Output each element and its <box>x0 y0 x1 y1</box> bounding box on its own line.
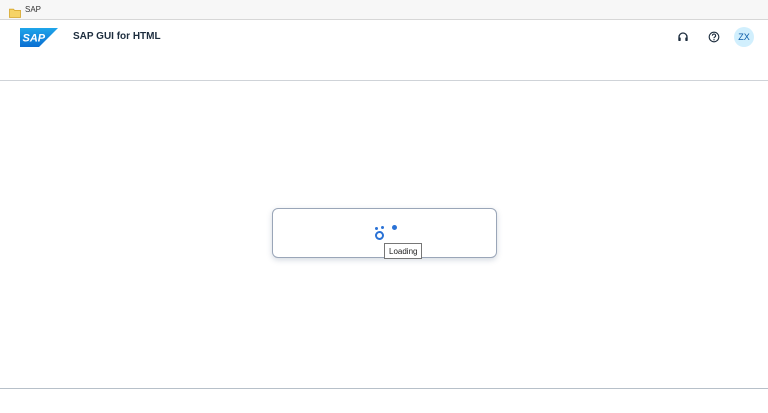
busy-dot <box>381 226 384 229</box>
bookmark-sap-folder[interactable]: SAP <box>6 2 44 18</box>
sap-logo[interactable]: SAP <box>20 28 58 47</box>
folder-icon <box>9 5 21 18</box>
headset-icon <box>678 32 688 41</box>
footer-divider <box>0 388 768 389</box>
user-avatar[interactable]: ZX <box>734 27 754 47</box>
busy-indicator <box>373 223 403 243</box>
support-button[interactable] <box>672 27 694 47</box>
busy-dot <box>392 225 397 230</box>
busy-dot <box>375 227 378 230</box>
bookmarks-bar: SAP <box>0 0 768 20</box>
app-title[interactable]: SAP GUI for HTML <box>73 31 161 42</box>
header-actions: ZX <box>663 27 754 47</box>
shell-header: SAP SAP GUI for HTML ZX <box>0 21 768 81</box>
svg-text:SAP: SAP <box>23 33 46 45</box>
busy-ring <box>375 231 384 240</box>
help-circle-icon <box>708 31 720 43</box>
bookmark-label: SAP <box>25 5 42 14</box>
loading-tooltip: Loading <box>384 243 423 259</box>
help-button[interactable] <box>703 27 725 47</box>
